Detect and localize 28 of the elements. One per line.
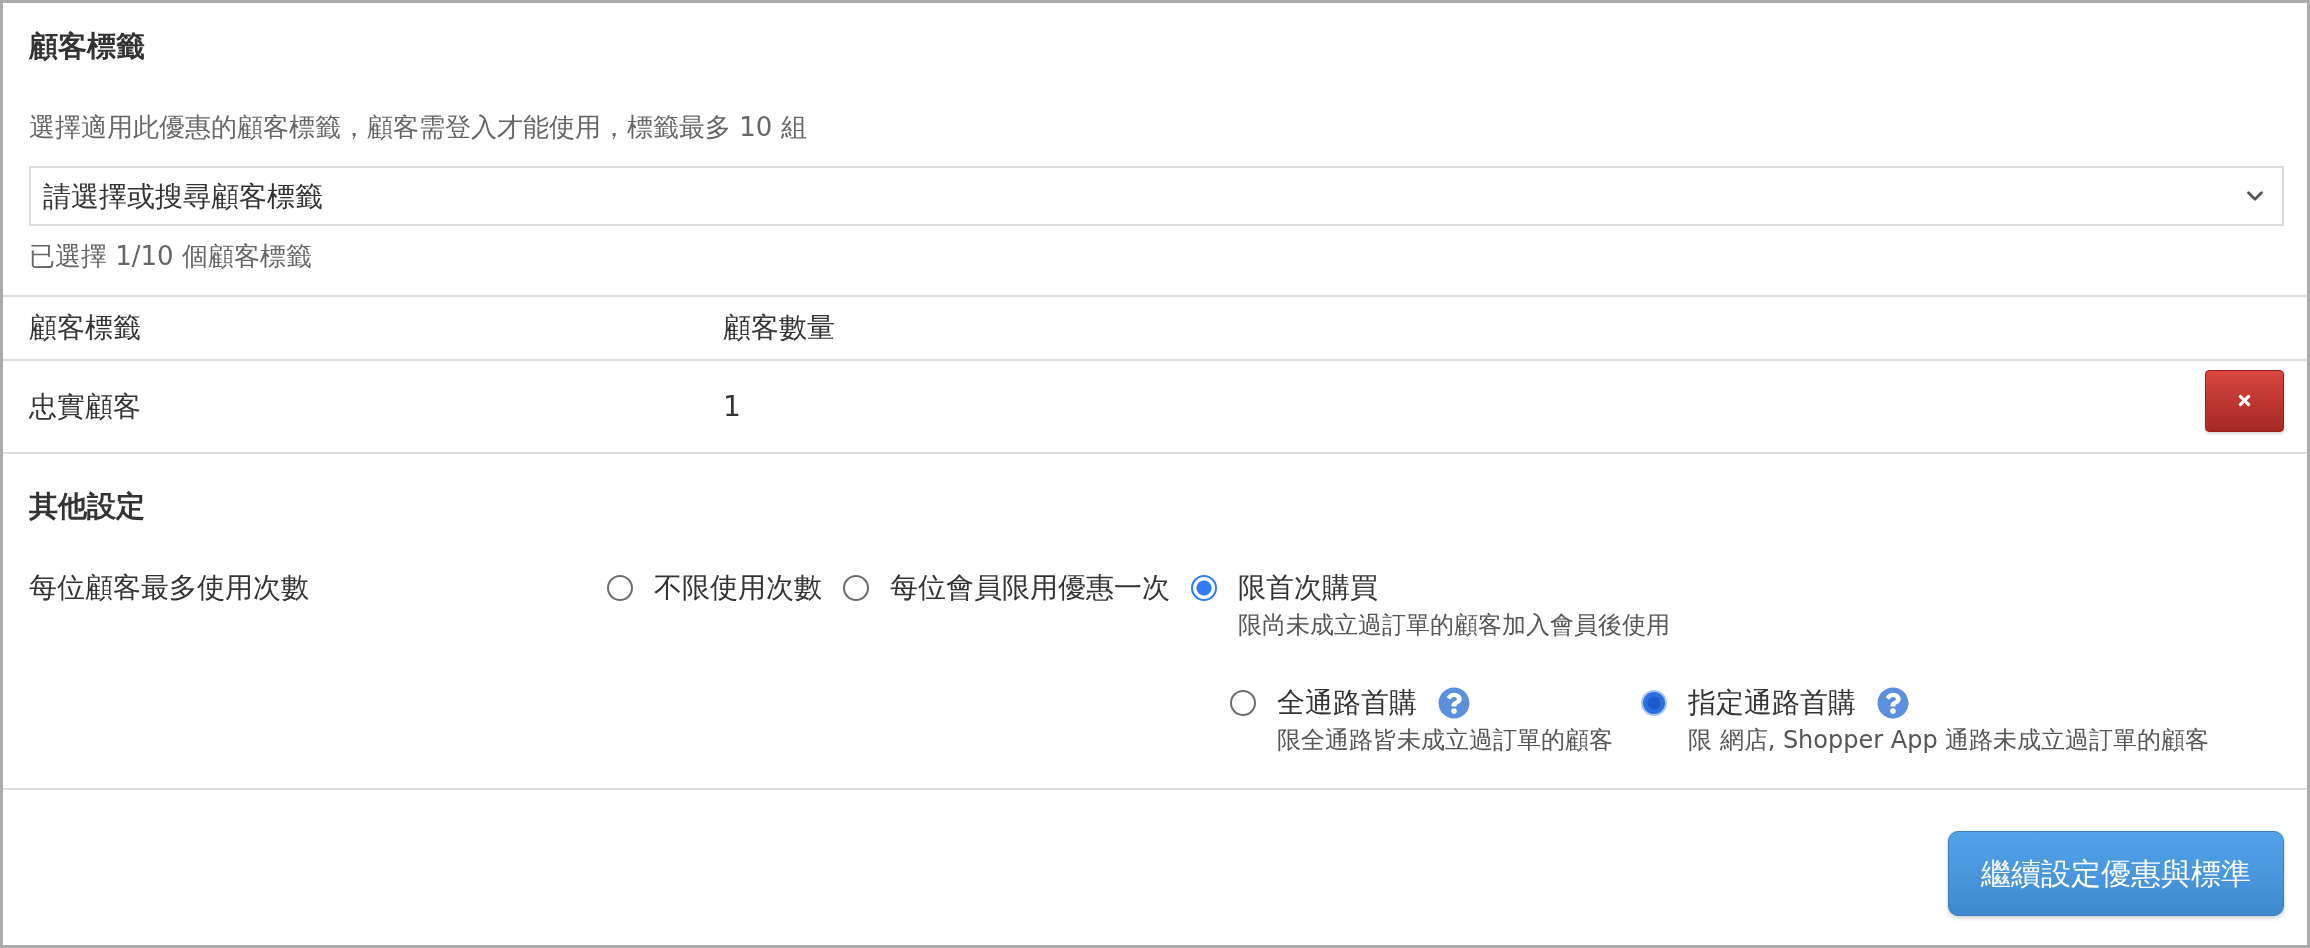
option-description: 限 網店, Shopper App 通路未成立過訂單的顧客 xyxy=(1688,725,2210,756)
tag-select-field[interactable]: 請選擇或搜尋顧客標籤 xyxy=(29,166,2284,226)
table-cell-text: 1 xyxy=(723,388,741,425)
selected-count-text: 已選擇 1/10 個顧客標籤 xyxy=(29,240,313,273)
radio-label: 限首次購買 xyxy=(1238,570,1378,606)
column-header: 顧客標籤 xyxy=(29,310,141,346)
description-text: 選擇適用此優惠的顧客標籤，顧客需登入才能使用，標籤最多 10 組 xyxy=(29,111,808,144)
radio-label: 全通路首購 xyxy=(1277,685,1417,721)
radio-label: 每位會員限用優惠一次 xyxy=(890,570,1170,606)
x-icon xyxy=(2236,392,2253,409)
radio-label: 指定通路首購 xyxy=(1688,685,1856,721)
radio-button[interactable] xyxy=(1230,690,1256,716)
table-cell-text: 忠實顧客 xyxy=(29,388,141,425)
continue-button[interactable]: 繼續設定優惠與標準 xyxy=(1948,831,2284,916)
delete-button[interactable] xyxy=(2205,369,2284,432)
radio-button[interactable] xyxy=(1191,575,1217,601)
column-header: 顧客數量 xyxy=(723,310,835,346)
section-title: 顧客標籤 xyxy=(29,28,146,65)
radio-button[interactable] xyxy=(843,575,869,601)
setting-label: 每位顧客最多使用次數 xyxy=(29,570,310,606)
help-icon[interactable] xyxy=(1438,687,1470,719)
radio-button[interactable] xyxy=(1641,690,1667,716)
help-icon[interactable] xyxy=(1877,687,1909,719)
option-description: 限全通路皆未成立過訂單的顧客 xyxy=(1277,725,1613,756)
option-description: 限尚未成立過訂單的顧客加入會員後使用 xyxy=(1238,610,1670,641)
section-title: 其他設定 xyxy=(29,488,146,525)
radio-button[interactable] xyxy=(607,575,633,601)
radio-label: 不限使用次數 xyxy=(654,570,822,606)
